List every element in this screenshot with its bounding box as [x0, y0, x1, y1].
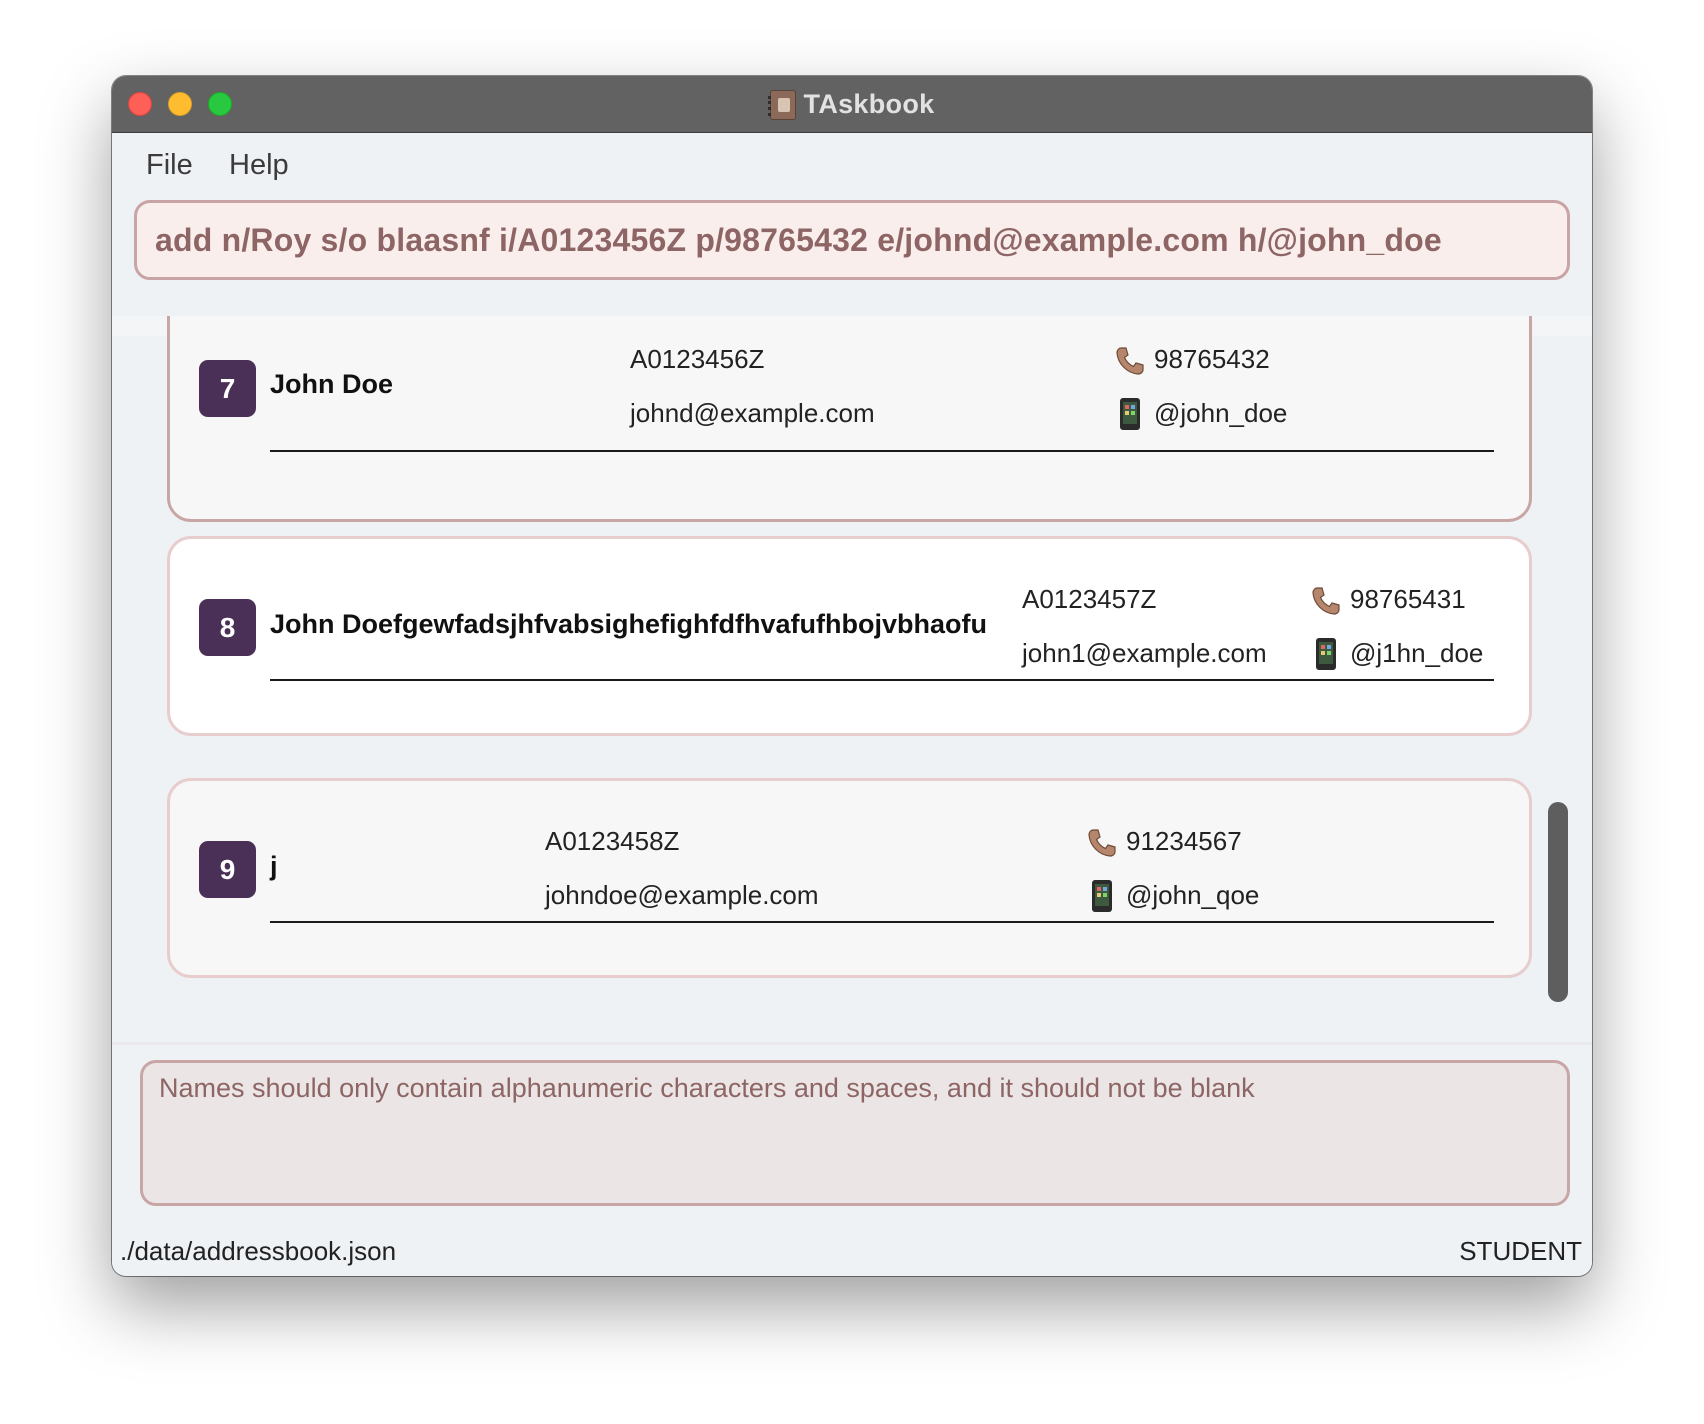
person-name: John Doefgewfadsjhfvabsighefighfdfhvafuf… [270, 609, 987, 639]
phone-icon [1112, 344, 1148, 378]
person-student-id: A0123457Z [1022, 584, 1157, 614]
status-mode: STUDENT [1459, 1236, 1582, 1266]
phone-icon [1308, 584, 1344, 618]
result-message: Names should only contain alphanumeric c… [159, 1073, 1255, 1103]
title-bar[interactable]: TAskbook [112, 76, 1592, 133]
person-email: johndoe@example.com [545, 880, 819, 910]
list-scrollbar-thumb[interactable] [1548, 802, 1568, 1002]
person-name: j [270, 851, 278, 881]
menu-help[interactable]: Help [229, 149, 289, 182]
person-email: john1@example.com [1022, 638, 1267, 668]
window-title-group: TAskbook [112, 76, 1592, 133]
menu-bar: File Help [112, 133, 1592, 203]
person-phone: 98765432 [1154, 344, 1270, 374]
mobile-phone-icon [1088, 878, 1116, 914]
person-name: John Doe [270, 369, 394, 399]
person-student-id: A0123458Z [545, 826, 680, 856]
command-input-value[interactable]: add n/Roy s/o blaasnf i/A0123456Z p/9876… [155, 222, 1442, 259]
person-card[interactable]: 7 John Doe A0123456Z johnd@example.com 9… [167, 316, 1532, 522]
person-list[interactable]: 7 John Doe A0123456Z johnd@example.com 9… [112, 316, 1592, 1034]
person-index-badge: 9 [199, 841, 256, 898]
address-book-icon [767, 89, 796, 120]
person-telegram-handle: @j1hn_doe [1350, 638, 1484, 668]
mobile-phone-icon [1116, 396, 1144, 432]
status-bar: ./data/addressbook.json STUDENT [112, 1232, 1592, 1276]
status-file-path: ./data/addressbook.json [120, 1236, 397, 1266]
person-telegram-handle: @john_doe [1154, 398, 1288, 428]
person-email: johnd@example.com [630, 398, 875, 428]
person-card[interactable]: 9 j A0123458Z johndoe@example.com 912345… [167, 778, 1532, 978]
card-divider [270, 450, 1494, 452]
mobile-phone-icon [1312, 636, 1340, 672]
person-student-id: A0123456Z [630, 344, 765, 374]
person-card[interactable]: 8 John Doefgewfadsjhfvabsighefighfdfhvaf… [167, 536, 1532, 736]
phone-icon [1084, 826, 1120, 860]
window-title: TAskbook [803, 89, 935, 119]
result-display[interactable]: Names should only contain alphanumeric c… [140, 1060, 1570, 1206]
person-phone: 98765431 [1350, 584, 1466, 614]
card-divider [270, 921, 1494, 923]
command-input[interactable]: add n/Roy s/o blaasnf i/A0123456Z p/9876… [134, 200, 1570, 280]
person-index-badge: 8 [199, 599, 256, 656]
person-phone: 91234567 [1126, 826, 1242, 856]
app-window: TAskbook File Help add n/Roy s/o blaasnf… [112, 76, 1592, 1276]
person-index-badge: 7 [199, 360, 256, 417]
menu-file[interactable]: File [146, 149, 193, 182]
card-divider [270, 679, 1494, 681]
person-telegram-handle: @john_qoe [1126, 880, 1260, 910]
